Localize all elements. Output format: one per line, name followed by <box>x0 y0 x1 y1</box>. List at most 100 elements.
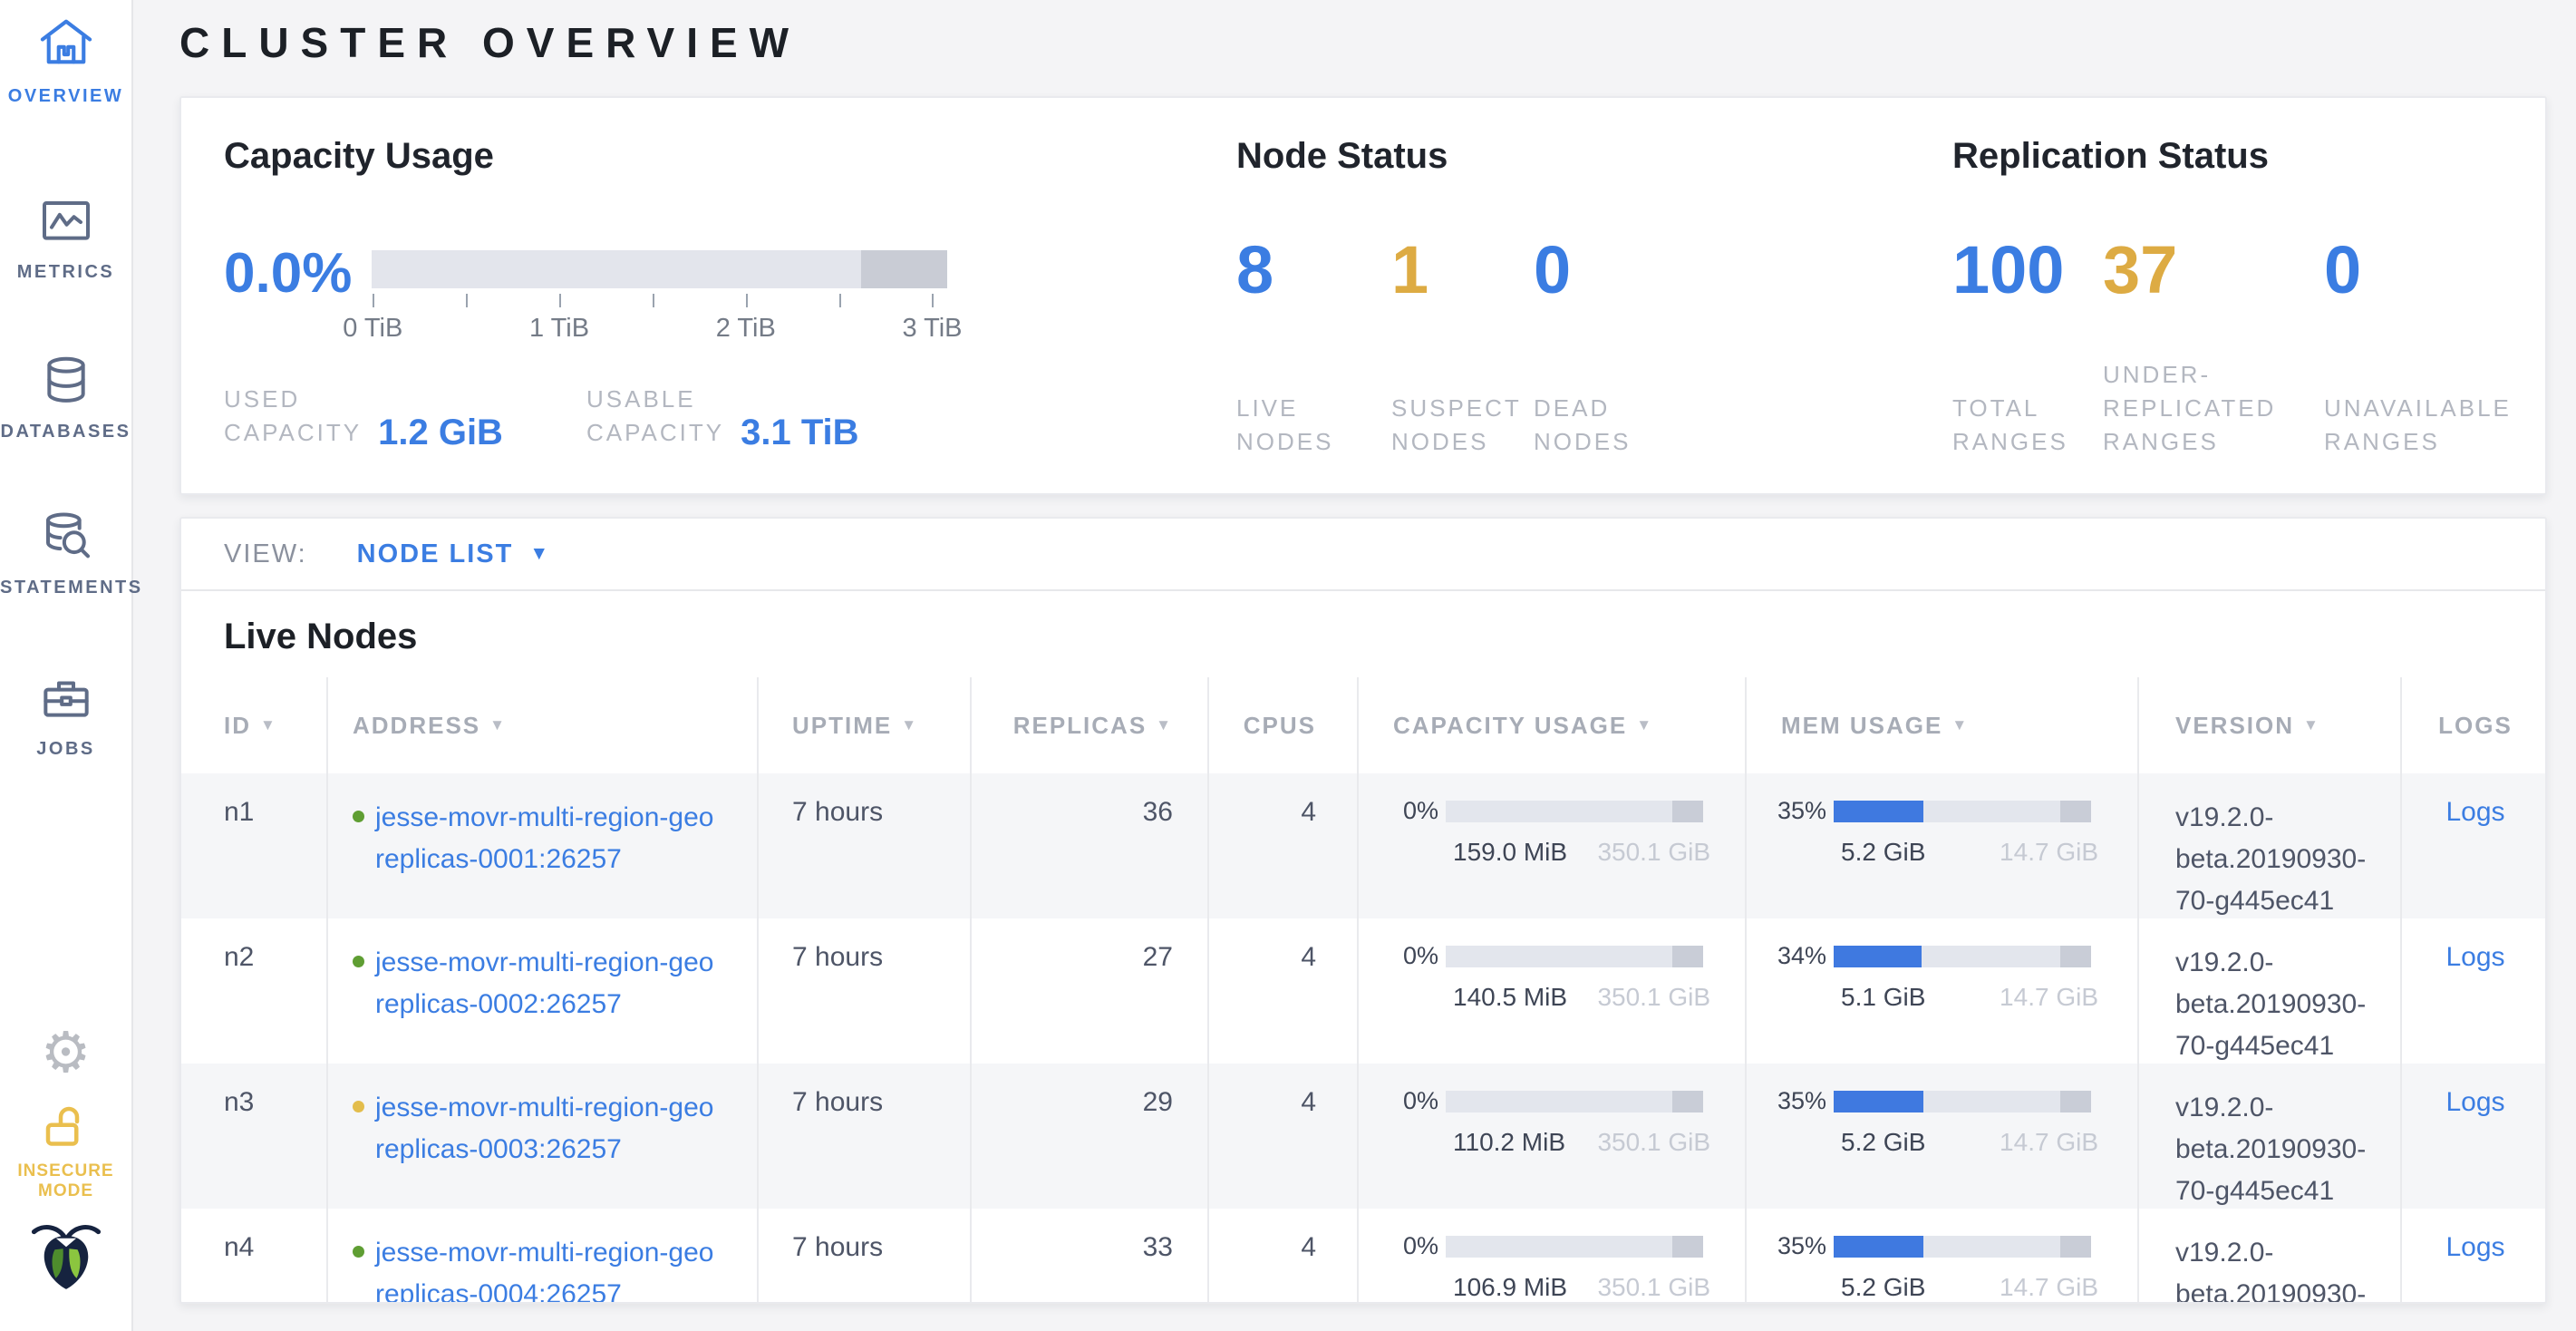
sidebar-item-overview[interactable]: OVERVIEW <box>0 15 131 107</box>
sort-arrow-icon: ▼ <box>260 716 277 734</box>
capacity-usage-title: Capacity Usage <box>224 136 494 177</box>
cockroachdb-logo[interactable] <box>0 1215 131 1299</box>
sidebar-item-statements[interactable]: STATEMENTS <box>0 508 131 598</box>
sidebar-item-metrics[interactable]: METRICS <box>0 192 131 283</box>
lock-open-icon <box>38 1142 94 1157</box>
node-capacity-usage: 0% 106.9 MiB350.1 GiB <box>1359 1209 1747 1304</box>
node-cpus: 4 <box>1209 918 1359 1067</box>
table-header-row: ID▼ ADDRESS▼ UPTIME▼ REPLICAS▼ CPUS CAPA… <box>181 677 2545 773</box>
sidebar-item-label: METRICS <box>0 262 131 283</box>
briefcase-icon <box>36 715 96 731</box>
sidebar-item-label: OVERVIEW <box>0 86 131 107</box>
node-version: v19.2.0- beta.20190930- 70-g445ec41 <box>2139 773 2402 922</box>
live-nodes-stat: 8 LIVE NODES <box>1236 234 1273 306</box>
column-header-version[interactable]: VERSION▼ <box>2139 677 2402 773</box>
column-header-logs: LOGS <box>2402 677 2547 773</box>
node-cpus: 4 <box>1209 773 1359 922</box>
node-address-cell: jesse-movr-multi-region-geo replicas-000… <box>328 773 759 922</box>
total-ranges-stat: 100 TOTAL RANGES <box>1952 234 2064 306</box>
node-mem-usage: 35% 5.2 GiB14.7 GiB <box>1747 773 2139 922</box>
node-status-dot <box>353 1246 364 1258</box>
cluster-summary-card: Capacity Usage 0.0% 0 TiB 1 TiB 2 TiB 3 … <box>179 96 2547 495</box>
settings-button[interactable]: ⚙ <box>0 1023 131 1083</box>
node-id: n3 <box>181 1064 328 1212</box>
sort-arrow-icon: ▼ <box>2303 716 2320 734</box>
node-status-dot <box>353 1101 364 1112</box>
suspect-nodes-count: 1 <box>1391 234 1428 306</box>
mem-mini-bar <box>1834 1236 2091 1258</box>
home-icon <box>34 63 98 78</box>
node-address-link[interactable]: jesse-movr-multi-region-geo replicas-000… <box>375 797 713 880</box>
used-capacity-value: 1.2 GiB <box>378 413 503 453</box>
node-id: n2 <box>181 918 328 1067</box>
unavailable-ranges-stat: 0 UNAVAILABLE RANGES <box>2324 234 2361 306</box>
capacity-mini-bar <box>1446 1091 1703 1112</box>
view-selector-dropdown[interactable]: NODE LIST ▼ <box>357 539 550 569</box>
dead-nodes-stat: 0 DEAD NODES <box>1534 234 1571 306</box>
table-row: n3 jesse-movr-multi-region-geo replicas-… <box>181 1064 2545 1209</box>
used-capacity-label: USED CAPACITY <box>224 383 362 450</box>
sidebar-item-label: STATEMENTS <box>0 578 131 598</box>
sidebar-item-jobs[interactable]: JOBS <box>0 669 131 760</box>
logs-link[interactable]: Logs <box>2445 797 2504 827</box>
view-bar: VIEW: NODE LIST ▼ <box>181 519 2545 591</box>
node-capacity-usage: 0% 159.0 MiB350.1 GiB <box>1359 773 1747 922</box>
column-header-capacity-usage[interactable]: CAPACITY USAGE▼ <box>1359 677 1747 773</box>
node-address-cell: jesse-movr-multi-region-geo replicas-000… <box>328 1064 759 1212</box>
node-address-link[interactable]: jesse-movr-multi-region-geo replicas-000… <box>375 1232 713 1304</box>
dead-nodes-label: DEAD NODES <box>1534 392 1631 459</box>
capacity-usage-bar <box>372 250 947 288</box>
column-header-uptime[interactable]: UPTIME▼ <box>759 677 972 773</box>
logs-link[interactable]: Logs <box>2445 942 2504 972</box>
node-id: n1 <box>181 773 328 922</box>
node-address-link[interactable]: jesse-movr-multi-region-geo replicas-000… <box>375 1087 713 1171</box>
table-row: n4 jesse-movr-multi-region-geo replicas-… <box>181 1209 2545 1304</box>
logs-link[interactable]: Logs <box>2445 1232 2504 1262</box>
mem-mini-bar <box>1834 1091 2091 1112</box>
node-status-dot <box>353 811 364 822</box>
sidebar-item-databases[interactable]: DATABASES <box>0 352 131 442</box>
node-uptime: 7 hours <box>759 1064 972 1212</box>
total-ranges-label: TOTAL RANGES <box>1952 392 2068 459</box>
capacity-axis-labels: 0 TiB 1 TiB 2 TiB 3 TiB <box>372 314 947 345</box>
column-header-id[interactable]: ID▼ <box>181 677 328 773</box>
node-mem-usage: 35% 5.2 GiB14.7 GiB <box>1747 1064 2139 1212</box>
axis-tick-label: 1 TiB <box>529 314 589 344</box>
main-content: CLUSTER OVERVIEW Capacity Usage 0.0% 0 T… <box>133 0 2576 1331</box>
node-address-link[interactable]: jesse-movr-multi-region-geo replicas-000… <box>375 942 713 1025</box>
replication-status-section: Replication Status 100 TOTAL RANGES 37 U… <box>1952 98 2532 493</box>
column-header-replicas[interactable]: REPLICAS▼ <box>972 677 1209 773</box>
sidebar-item-label: DATABASES <box>0 422 131 442</box>
insecure-mode-indicator[interactable]: INSECURE MODE <box>0 1099 131 1201</box>
live-nodes-label: LIVE NODES <box>1236 392 1333 459</box>
node-uptime: 7 hours <box>759 773 972 922</box>
column-header-mem-usage[interactable]: MEM USAGE▼ <box>1747 677 2139 773</box>
table-row: n1 jesse-movr-multi-region-geo replicas-… <box>181 773 2545 918</box>
gear-icon: ⚙ <box>41 1019 92 1085</box>
insecure-mode-label: INSECURE MODE <box>0 1161 131 1201</box>
axis-tick-label: 2 TiB <box>716 314 776 344</box>
node-replicas: 33 <box>972 1209 1209 1304</box>
capacity-mini-bar <box>1446 1236 1703 1258</box>
logs-link[interactable]: Logs <box>2445 1087 2504 1117</box>
node-replicas: 27 <box>972 918 1209 1067</box>
total-ranges-count: 100 <box>1952 234 2064 306</box>
live-nodes-count: 8 <box>1236 234 1273 306</box>
axis-tick-label: 3 TiB <box>902 314 962 344</box>
sort-arrow-icon: ▼ <box>1156 716 1173 734</box>
node-version: v19.2.0- beta.20190930- 70-g445ec41 <box>2139 1064 2402 1212</box>
nodes-panel: VIEW: NODE LIST ▼ Live Nodes ID▼ ADDRESS… <box>179 517 2547 1304</box>
node-status-section: Node Status 8 LIVE NODES 1 SUSPECT NODES… <box>1236 98 1871 493</box>
replication-status-title: Replication Status <box>1952 136 2269 177</box>
node-replicas: 29 <box>972 1064 1209 1212</box>
metrics-icon <box>36 238 96 254</box>
view-selected-value: NODE LIST <box>357 539 514 569</box>
axis-tick-label: 0 TiB <box>343 314 402 344</box>
page-title: CLUSTER OVERVIEW <box>179 18 2576 67</box>
capacity-percent: 0.0% <box>224 241 352 306</box>
chevron-down-icon: ▼ <box>529 543 550 565</box>
column-header-address[interactable]: ADDRESS▼ <box>328 677 759 773</box>
node-mem-usage: 35% 5.2 GiB14.7 GiB <box>1747 1209 2139 1304</box>
dead-nodes-count: 0 <box>1534 234 1571 306</box>
usable-capacity-stat: USABLE CAPACITY 3.1 TiB <box>586 383 859 450</box>
